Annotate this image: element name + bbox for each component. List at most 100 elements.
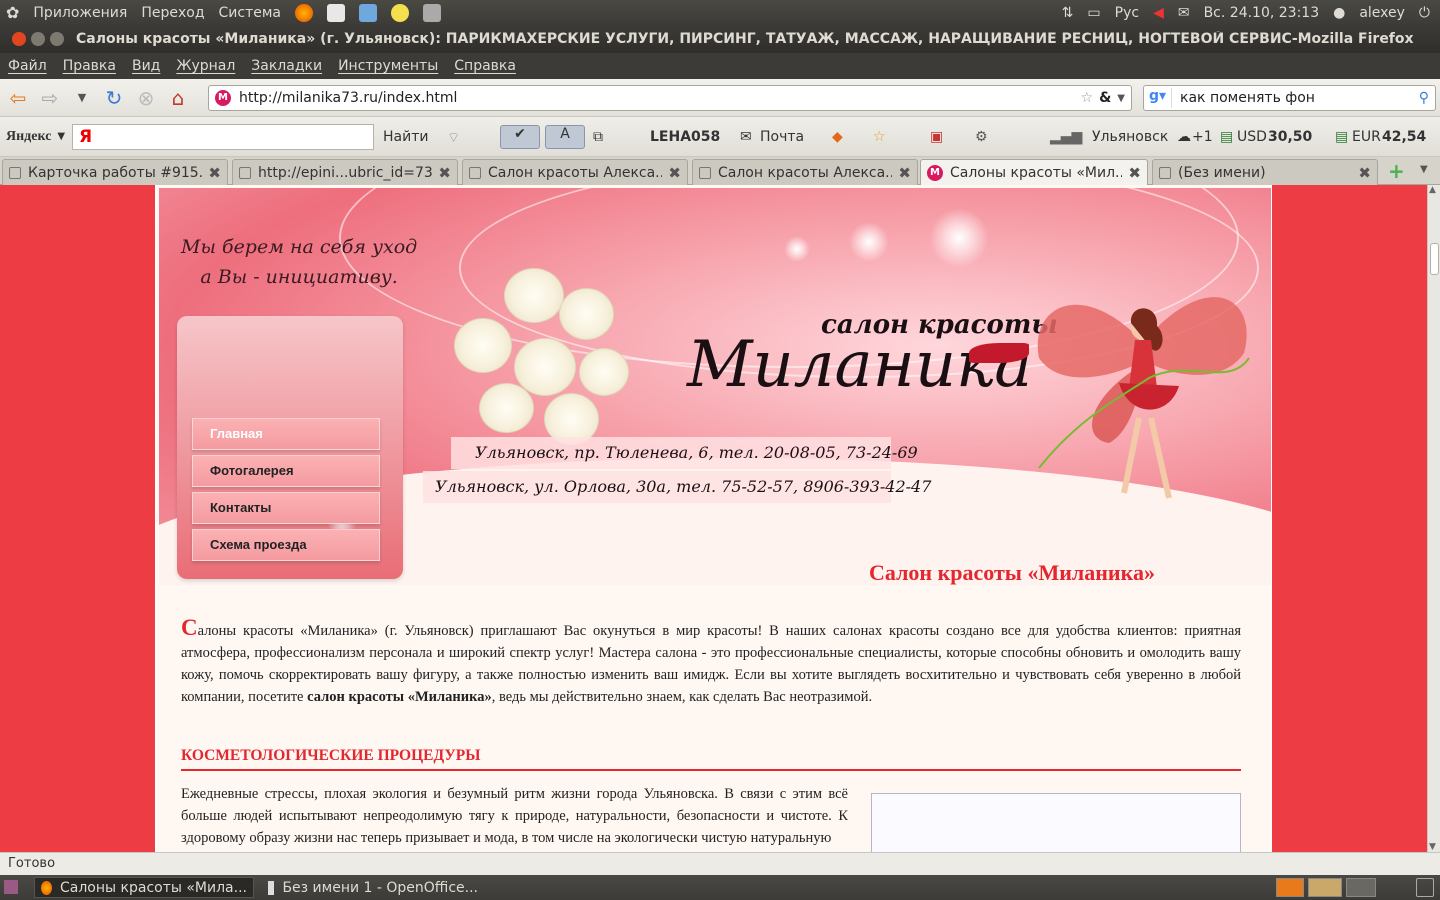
show-desktop-icon[interactable] [4, 880, 18, 894]
usd-value[interactable]: 30,50 [1268, 129, 1312, 145]
tab-item[interactable]: (Без имени) ✖ [1152, 159, 1378, 185]
home-icon[interactable]: ⌂ [164, 84, 192, 112]
yandex-tools-icon[interactable]: ⧉ [593, 129, 603, 145]
settings-gear-icon[interactable]: ⚙ [975, 129, 988, 145]
spellcheck-icon[interactable]: ✔ [500, 125, 540, 149]
close-tab-icon[interactable]: ✖ [1128, 164, 1141, 182]
maximize-icon[interactable] [50, 32, 64, 46]
yandex-chat-icon[interactable]: ⌔ [447, 129, 460, 147]
stop-icon[interactable]: ⊗ [132, 84, 160, 112]
yandex-translate-icon[interactable]: A [545, 125, 585, 149]
yandex-money-icon[interactable]: ◆ [832, 129, 843, 145]
window-titlebar: Салоны красоты «Миланика» (г. Ульяновск)… [0, 25, 1440, 53]
close-tab-icon[interactable]: ✖ [668, 164, 681, 182]
yandex-city[interactable]: Ульяновск [1092, 129, 1168, 145]
decor-glow [849, 222, 889, 262]
workspace-empty[interactable] [1346, 878, 1376, 897]
panel-menu-applications[interactable]: Приложения [33, 5, 127, 21]
menu-tools[interactable]: Инструменты [338, 58, 438, 74]
mail-icon[interactable]: ✉ [740, 129, 752, 145]
taskbar-item-openoffice[interactable]: Без имени 1 - OpenOffice... [262, 877, 484, 898]
trash-icon[interactable] [1416, 878, 1434, 897]
user-name[interactable]: alexey [1359, 5, 1405, 21]
tab-item[interactable]: http://epini...ubric_id=73 ✖ [232, 159, 458, 185]
url-bar[interactable]: M http://milanika73.ru/index.html ☆ & ▼ [208, 85, 1132, 111]
keyboard-icon[interactable]: ▭ [1087, 5, 1100, 21]
yandex-logo[interactable]: Яндекс [6, 129, 51, 145]
menu-item-home[interactable]: Главная [192, 418, 380, 450]
search-magnifier-icon[interactable]: ⚲ [1419, 90, 1429, 106]
currency-icon: ▤ [1220, 129, 1234, 145]
tab-item[interactable]: Салон красоты Алекса... ✖ [462, 159, 688, 185]
reload-icon[interactable]: ↻ [100, 84, 128, 112]
yandex-find-button[interactable]: Найти [383, 129, 428, 145]
google-search-engine-icon[interactable]: g▾ [1144, 88, 1172, 108]
image-viewer-launcher-icon[interactable] [359, 3, 377, 22]
back-arrow-icon[interactable]: ⇦ [4, 84, 32, 112]
yandex-user[interactable]: LEHA058 [650, 129, 720, 145]
new-tab-icon[interactable]: + [1388, 159, 1405, 183]
page-viewport[interactable]: Мы берем на себя уход а Вы - инициативу.… [0, 185, 1427, 852]
tab-item[interactable]: Карточка работы #915... ✖ [2, 159, 228, 185]
keyboard-layout[interactable]: Рус [1115, 5, 1139, 21]
menu-item-gallery[interactable]: Фотогалерея [192, 455, 380, 487]
workspace-doc-icon[interactable] [1308, 878, 1342, 897]
ubuntu-logo-icon[interactable]: ✿ [6, 3, 19, 22]
firefox-launcher-icon[interactable] [295, 3, 313, 22]
menu-view[interactable]: Вид [132, 58, 160, 74]
menu-bookmarks[interactable]: Закладки [251, 58, 322, 74]
close-tab-icon[interactable]: ✖ [1358, 164, 1371, 182]
page-scrollbar[interactable]: ▲ ▼ [1427, 185, 1440, 852]
close-tab-icon[interactable]: ✖ [208, 164, 221, 182]
menu-history[interactable]: Журнал [176, 58, 235, 74]
search-input[interactable]: как поменять фон [1180, 90, 1315, 106]
menu-item-contacts[interactable]: Контакты [192, 492, 380, 524]
network-icon[interactable]: ⇅ [1062, 5, 1074, 21]
close-tab-icon[interactable]: ✖ [438, 164, 451, 182]
signal-icon: ▂▄▆ [1050, 129, 1083, 145]
tab-item[interactable]: Салон красоты Алекса... ✖ [692, 159, 918, 185]
site-header: Мы берем на себя уход а Вы - инициативу.… [159, 188, 1271, 585]
volume-icon[interactable]: ◀ [1153, 5, 1164, 21]
search-bar[interactable]: g▾ как поменять фон ⚲ [1143, 85, 1436, 111]
menu-item-directions[interactable]: Схема проезда [192, 529, 380, 561]
eur-label: EUR [1352, 129, 1381, 145]
yandex-search-input[interactable]: Я [72, 124, 374, 150]
scroll-thumb[interactable] [1430, 243, 1439, 275]
close-icon[interactable] [12, 32, 26, 46]
panel-menu-system[interactable]: Система [219, 5, 281, 21]
yandex-logo-dropdown-icon[interactable]: ▼ [57, 131, 65, 142]
bookmark-star-icon[interactable]: ☆ [1081, 90, 1094, 106]
status-bar: Готово [0, 852, 1440, 875]
menu-edit[interactable]: Правка [63, 58, 116, 74]
intro-bold: салон красоты «Миланика» [307, 689, 492, 705]
forward-arrow-icon[interactable]: ⇨ [36, 84, 64, 112]
yandex-mail[interactable]: Почта [760, 129, 804, 145]
tab-item-active[interactable]: M Салоны красоты «Мил... ✖ [920, 159, 1148, 185]
screenshot-launcher-icon[interactable] [423, 3, 441, 22]
url-dropdown-icon[interactable]: ▼ [1117, 93, 1125, 104]
user-icon: ● [1333, 4, 1346, 21]
url-text[interactable]: http://milanika73.ru/index.html [239, 90, 457, 106]
tab-list-icon[interactable]: ▼ [1420, 164, 1428, 175]
menu-help[interactable]: Справка [454, 58, 516, 74]
eur-value[interactable]: 42,54 [1382, 129, 1426, 145]
clock[interactable]: Вс. 24.10, 23:13 [1204, 5, 1320, 21]
taskbar-item-firefox[interactable]: Салоны красоты «Мила... [34, 877, 254, 898]
workspace-firefox-icon[interactable] [1276, 878, 1304, 897]
mail-indicator-icon[interactable]: ✉ [1178, 5, 1190, 21]
yandex-weather[interactable]: +1 [1192, 129, 1213, 145]
minimize-icon[interactable] [31, 32, 45, 46]
text-editor-launcher-icon[interactable] [327, 3, 345, 22]
history-dropdown-icon[interactable]: ▼ [68, 84, 96, 112]
yandex-bars-icon[interactable]: ▣ [930, 129, 943, 145]
favorites-star-icon[interactable]: ☆ [873, 129, 886, 145]
scroll-up-icon[interactable]: ▲ [1429, 185, 1436, 195]
power-icon[interactable]: ⏻ [1419, 5, 1430, 21]
translate-icon[interactable]: & [1099, 90, 1111, 106]
panel-menu-places[interactable]: Переход [141, 5, 204, 21]
scroll-down-icon[interactable]: ▼ [1429, 842, 1436, 852]
close-tab-icon[interactable]: ✖ [898, 164, 911, 182]
menu-file[interactable]: Файл [8, 58, 47, 74]
disc-launcher-icon[interactable] [391, 3, 409, 22]
